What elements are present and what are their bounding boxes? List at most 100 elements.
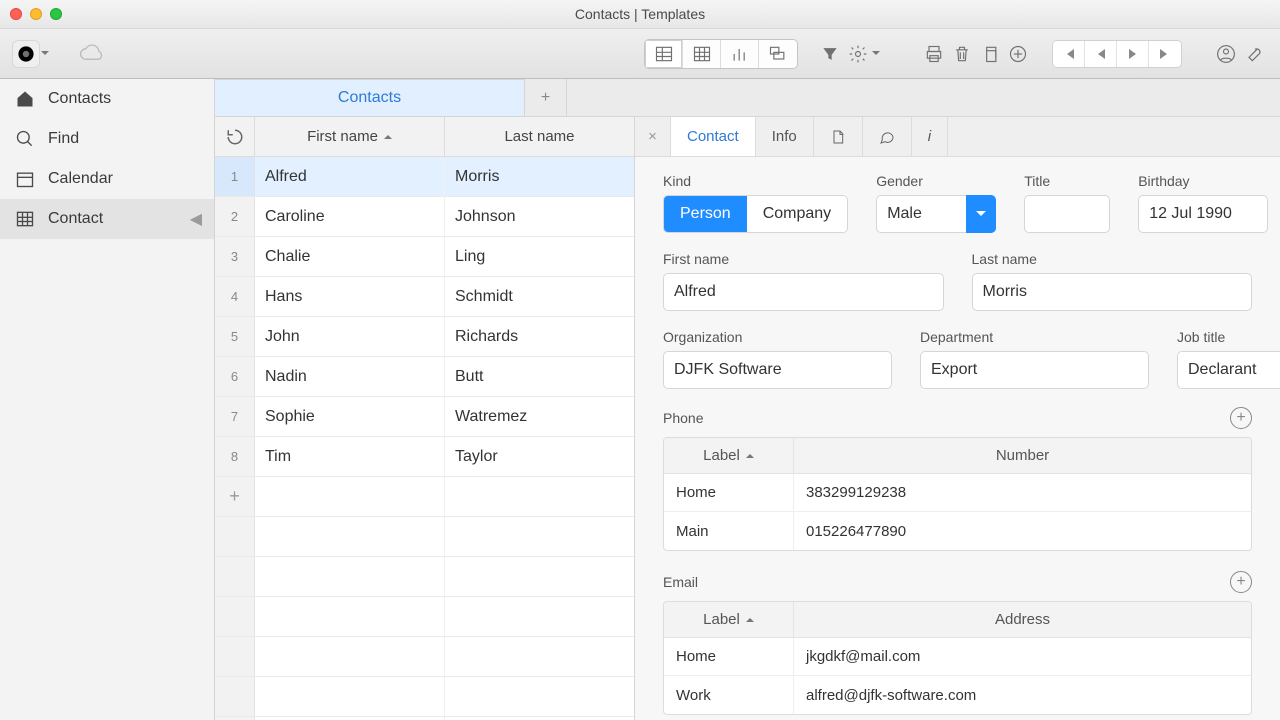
organization-field[interactable] <box>663 351 892 389</box>
window-zoom[interactable] <box>50 8 62 20</box>
main-tab-add[interactable]: + <box>525 79 567 116</box>
phone-col-number[interactable]: Number <box>794 438 1251 473</box>
table-row <box>215 677 634 717</box>
calendar-icon <box>14 168 36 190</box>
toolbar <box>0 29 1280 79</box>
target-icon[interactable] <box>12 40 40 68</box>
email-table: Label Address Homejkgdkf@mail.comWorkalf… <box>663 601 1252 715</box>
cell-last-name: Schmidt <box>445 277 634 316</box>
window-close[interactable] <box>10 8 22 20</box>
sidebar-item-label: Calendar <box>48 170 113 188</box>
col-last-name[interactable]: Last name <box>445 117 634 156</box>
label-last-name: Last name <box>972 251 1253 267</box>
view-layout-icon[interactable] <box>759 40 797 68</box>
nav-next-icon[interactable] <box>1117 41 1149 67</box>
main-tab-contacts[interactable]: Contacts <box>215 79 525 116</box>
print-icon[interactable] <box>920 40 948 68</box>
cell-first-name: Nadin <box>255 357 445 396</box>
table-row <box>215 517 634 557</box>
phone-label: Home <box>664 474 794 511</box>
label-title: Title <box>1024 173 1110 189</box>
copy-icon[interactable] <box>976 40 1004 68</box>
detail-tab-info[interactable]: Info <box>756 117 814 156</box>
table-row[interactable]: 3ChalieLing <box>215 237 634 277</box>
table-row[interactable]: 4HansSchmidt <box>215 277 634 317</box>
department-field[interactable] <box>920 351 1149 389</box>
user-icon[interactable] <box>1212 40 1240 68</box>
view-grid-icon[interactable] <box>683 40 721 68</box>
nav-last-icon[interactable] <box>1149 41 1181 67</box>
filter-icon[interactable] <box>816 40 844 68</box>
email-col-address[interactable]: Address <box>794 602 1251 637</box>
sidebar-item-contacts[interactable]: Contacts <box>0 79 214 119</box>
last-name-field[interactable] <box>972 273 1253 311</box>
view-chart-icon[interactable] <box>721 40 759 68</box>
phone-number: 015226477890 <box>794 512 1251 550</box>
sidebar-item-find[interactable]: Find <box>0 119 214 159</box>
table-row <box>215 557 634 597</box>
phone-row[interactable]: Main015226477890 <box>664 512 1251 550</box>
table-row[interactable]: 1AlfredMorris <box>215 157 634 197</box>
first-name-field[interactable] <box>663 273 944 311</box>
main-tabs: Contacts + <box>215 79 1280 117</box>
cell-first-name: Caroline <box>255 197 445 236</box>
view-table-icon[interactable] <box>645 40 683 68</box>
detail-tab-contact[interactable]: Contact <box>671 117 756 156</box>
row-number: 3 <box>215 237 255 276</box>
label-job: Job title <box>1177 329 1280 345</box>
add-email-button[interactable]: + <box>1230 571 1252 593</box>
trash-icon[interactable] <box>948 40 976 68</box>
nav-prev-icon[interactable] <box>1085 41 1117 67</box>
add-icon[interactable] <box>1004 40 1032 68</box>
label-kind: Kind <box>663 173 848 189</box>
email-row[interactable]: Homejkgdkf@mail.com <box>664 638 1251 676</box>
title-field[interactable] <box>1024 195 1110 233</box>
sidebar-item-contact[interactable]: Contact ◀ <box>0 199 214 239</box>
cloud-icon[interactable] <box>78 40 106 68</box>
record-nav <box>1052 40 1182 68</box>
window-title: Contacts | Templates <box>575 6 705 22</box>
kind-company-button[interactable]: Company <box>747 196 847 232</box>
table-row[interactable]: 2CarolineJohnson <box>215 197 634 237</box>
nav-first-icon[interactable] <box>1053 41 1085 67</box>
sidebar-item-calendar[interactable]: Calendar <box>0 159 214 199</box>
add-row[interactable]: + <box>215 477 634 517</box>
row-number: 5 <box>215 317 255 356</box>
sidebar-item-label: Find <box>48 130 79 148</box>
email-row[interactable]: Workalfred@djfk-software.com <box>664 676 1251 714</box>
cell-last-name: Richards <box>445 317 634 356</box>
gear-icon[interactable] <box>844 40 872 68</box>
email-col-label[interactable]: Label <box>664 602 794 637</box>
col-first-name[interactable]: First name <box>255 117 445 156</box>
detail-tab-about-icon[interactable]: i <box>912 117 948 156</box>
table-row <box>215 597 634 637</box>
view-mode-segment <box>644 39 798 69</box>
phone-col-label[interactable]: Label <box>664 438 794 473</box>
window-minimize[interactable] <box>30 8 42 20</box>
detail-tab-doc-icon[interactable] <box>814 117 863 156</box>
table-row[interactable]: 7SophieWatremez <box>215 397 634 437</box>
table-row[interactable]: 8TimTaylor <box>215 437 634 477</box>
cell-first-name: Alfred <box>255 157 445 196</box>
table-row[interactable]: 6NadinButt <box>215 357 634 397</box>
cell-last-name: Johnson <box>445 197 634 236</box>
birthday-field[interactable] <box>1138 195 1268 233</box>
detail-close-icon[interactable]: × <box>635 117 671 156</box>
kind-person-button[interactable]: Person <box>664 196 747 232</box>
phone-row[interactable]: Home383299129238 <box>664 474 1251 512</box>
table-row[interactable]: 5JohnRichards <box>215 317 634 357</box>
phone-label: Main <box>664 512 794 550</box>
detail-tab-chat-icon[interactable] <box>863 117 912 156</box>
email-address: alfred@djfk-software.com <box>794 676 1251 714</box>
home-icon <box>14 88 36 110</box>
sidebar-item-label: Contact <box>48 210 103 228</box>
cell-last-name: Taylor <box>445 437 634 476</box>
gender-dropdown-icon[interactable] <box>966 195 996 233</box>
wrench-icon[interactable] <box>1240 40 1268 68</box>
label-email: Email <box>663 574 698 590</box>
row-number: 8 <box>215 437 255 476</box>
titlebar: Contacts | Templates <box>0 0 1280 29</box>
refresh-icon[interactable] <box>215 117 255 156</box>
jobtitle-field[interactable] <box>1177 351 1280 389</box>
add-phone-button[interactable]: + <box>1230 407 1252 429</box>
